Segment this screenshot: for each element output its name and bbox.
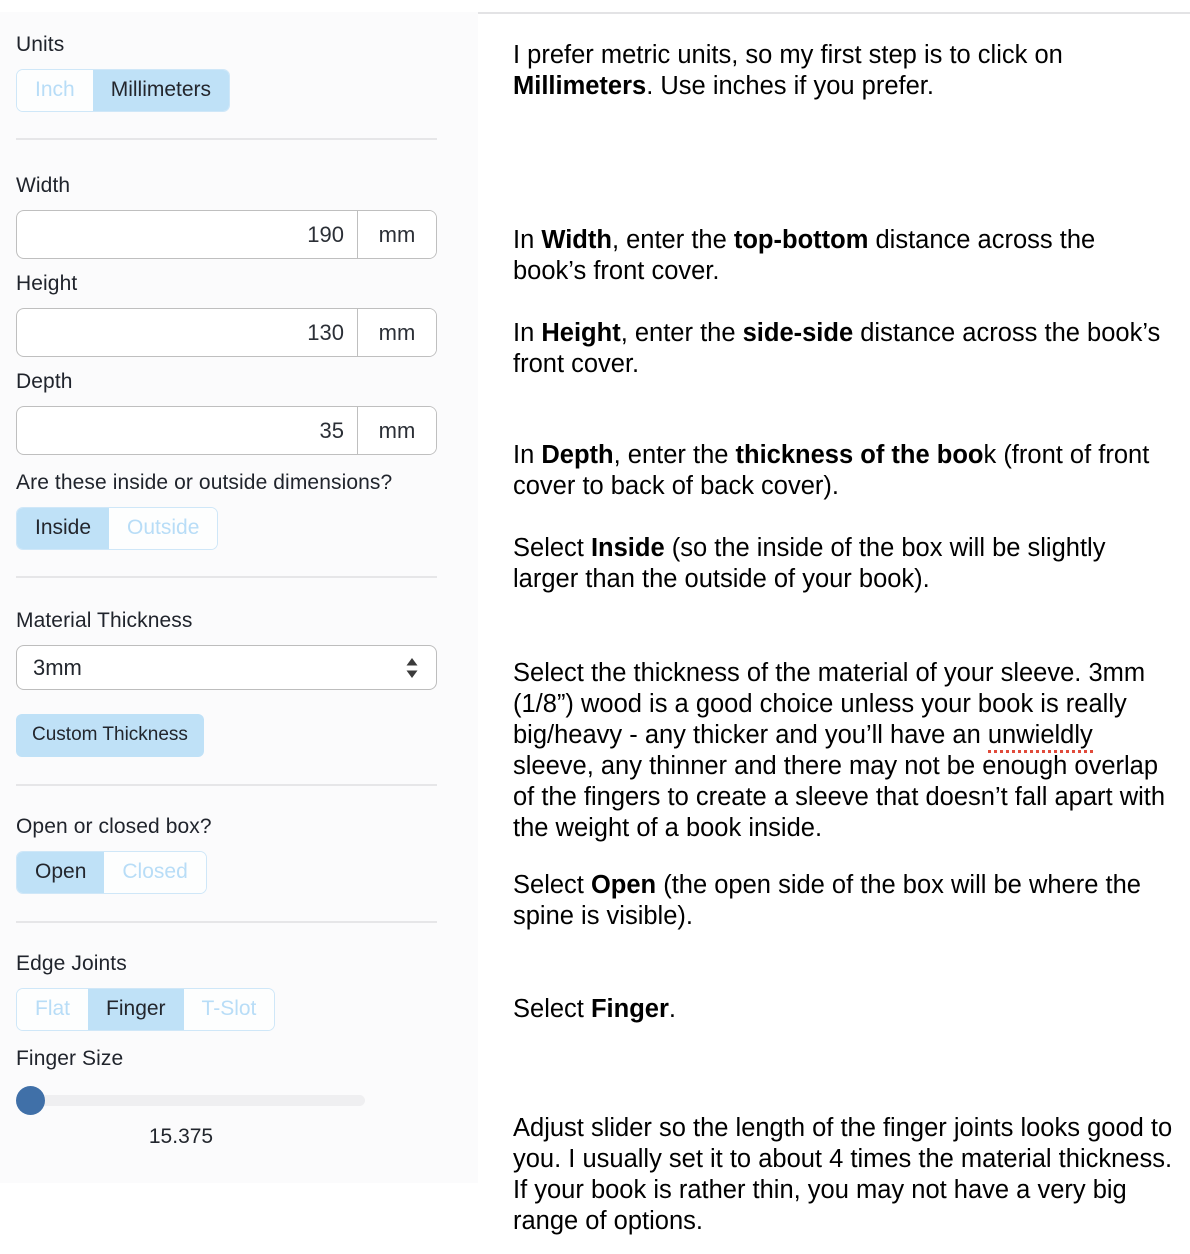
note-inside-bold1: Inside — [590, 534, 665, 562]
note-width-text1: In — [513, 226, 542, 254]
note-depth-text1: In — [513, 441, 542, 469]
note-units-text1: I prefer metric units, so my first step … — [513, 41, 1063, 69]
note-slider: Adjust slider so the length of the finge… — [513, 1113, 1173, 1237]
note-height-text1: In — [513, 319, 542, 347]
slider-thumb[interactable] — [16, 1086, 45, 1115]
note-units-bold1: Millimeters — [513, 72, 647, 100]
height-input[interactable] — [17, 309, 357, 356]
note-inside-text1: Select — [513, 534, 591, 562]
material-thickness-select-wrap[interactable]: 3mm — [16, 645, 437, 690]
material-thickness-select[interactable]: 3mm — [16, 645, 437, 690]
units-option-inch[interactable]: Inch — [17, 70, 93, 111]
depth-input[interactable] — [17, 407, 357, 454]
dimension-option-inside[interactable]: Inside — [17, 508, 110, 549]
units-segmented-control[interactable]: Inch Millimeters — [16, 69, 231, 112]
finger-size-value: 15.375 — [148, 1125, 214, 1148]
note-finger-text2: . — [668, 995, 676, 1023]
note-depth-bold1: Depth — [541, 441, 614, 469]
note-height: In Height, enter the side-side distance … — [513, 318, 1173, 380]
note-width-bold1: Width — [541, 226, 612, 254]
note-height-bold2: side-side — [742, 319, 854, 347]
units-option-millimeters[interactable]: Millimeters — [92, 70, 230, 111]
finger-size-label: Finger Size — [16, 1047, 124, 1070]
note-thickness-misspelled-word: unwieldly — [987, 721, 1093, 753]
width-input[interactable] — [17, 211, 357, 258]
note-slider-text1: Adjust slider so the length of the finge… — [513, 1114, 1173, 1235]
custom-thickness-button[interactable]: Custom Thickness — [16, 714, 204, 757]
note-open-bold1: Open — [590, 871, 657, 899]
material-thickness-label: Material Thickness — [16, 609, 193, 632]
box-type-option-closed[interactable]: Closed — [104, 852, 206, 893]
slider-track[interactable] — [20, 1095, 365, 1106]
note-thickness: Select the thickness of the material of … — [513, 658, 1173, 844]
box-type-label: Open or closed box? — [16, 815, 212, 838]
note-thickness-text2: sleeve, any thinner and there may not be… — [513, 752, 1166, 842]
depth-unit-addon: mm — [357, 407, 436, 454]
note-open-text1: Select — [513, 871, 591, 899]
note-units: I prefer metric units, so my first step … — [513, 40, 1173, 102]
note-depth-bold2: thickness of the boo — [735, 441, 984, 469]
edge-joints-label: Edge Joints — [16, 952, 127, 975]
dimension-option-outside[interactable]: Outside — [109, 508, 218, 549]
box-type-segmented-control[interactable]: Open Closed — [16, 851, 207, 894]
note-depth: In Depth, enter the thickness of the boo… — [513, 440, 1173, 502]
note-depth-text2: , enter the — [613, 441, 736, 469]
box-type-option-open[interactable]: Open — [17, 852, 105, 893]
width-unit-addon: mm — [357, 211, 436, 258]
page-root: Units Inch Millimeters Width mm Height — [0, 0, 1190, 1254]
note-units-text2: . Use inches if you prefer. — [646, 72, 934, 100]
width-label: Width — [16, 174, 71, 197]
edge-joint-option-tslot[interactable]: T-Slot — [183, 989, 275, 1030]
height-unit-addon: mm — [357, 309, 436, 356]
note-finger-text1: Select — [513, 995, 591, 1023]
note-height-text2: , enter the — [620, 319, 743, 347]
note-finger-bold1: Finger — [590, 995, 669, 1023]
edge-joint-option-flat[interactable]: Flat — [17, 989, 89, 1030]
note-width: In Width, enter the top-bottom distance … — [513, 225, 1173, 287]
note-finger: Select Finger. — [513, 994, 1173, 1025]
note-inside: Select Inside (so the inside of the box … — [513, 533, 1173, 595]
units-label: Units — [16, 33, 65, 56]
settings-panel: Units Inch Millimeters Width mm Height — [0, 12, 478, 1183]
height-label: Height — [16, 272, 78, 295]
edge-joint-option-finger[interactable]: Finger — [88, 989, 184, 1030]
width-input-group[interactable]: mm — [16, 210, 437, 259]
edge-joints-segmented-control[interactable]: Flat Finger T-Slot — [16, 988, 276, 1031]
depth-input-group[interactable]: mm — [16, 406, 437, 455]
dimension-type-label: Are these inside or outside dimensions? — [16, 471, 393, 494]
height-input-group[interactable]: mm — [16, 308, 437, 357]
note-width-bold2: top-bottom — [733, 226, 869, 254]
finger-size-slider[interactable] — [16, 1086, 371, 1115]
note-width-text2: , enter the — [611, 226, 734, 254]
note-open: Select Open (the open side of the box wi… — [513, 870, 1173, 932]
depth-label: Depth — [16, 370, 73, 393]
note-height-bold1: Height — [541, 319, 621, 347]
dimension-type-segmented-control[interactable]: Inside Outside — [16, 507, 219, 550]
